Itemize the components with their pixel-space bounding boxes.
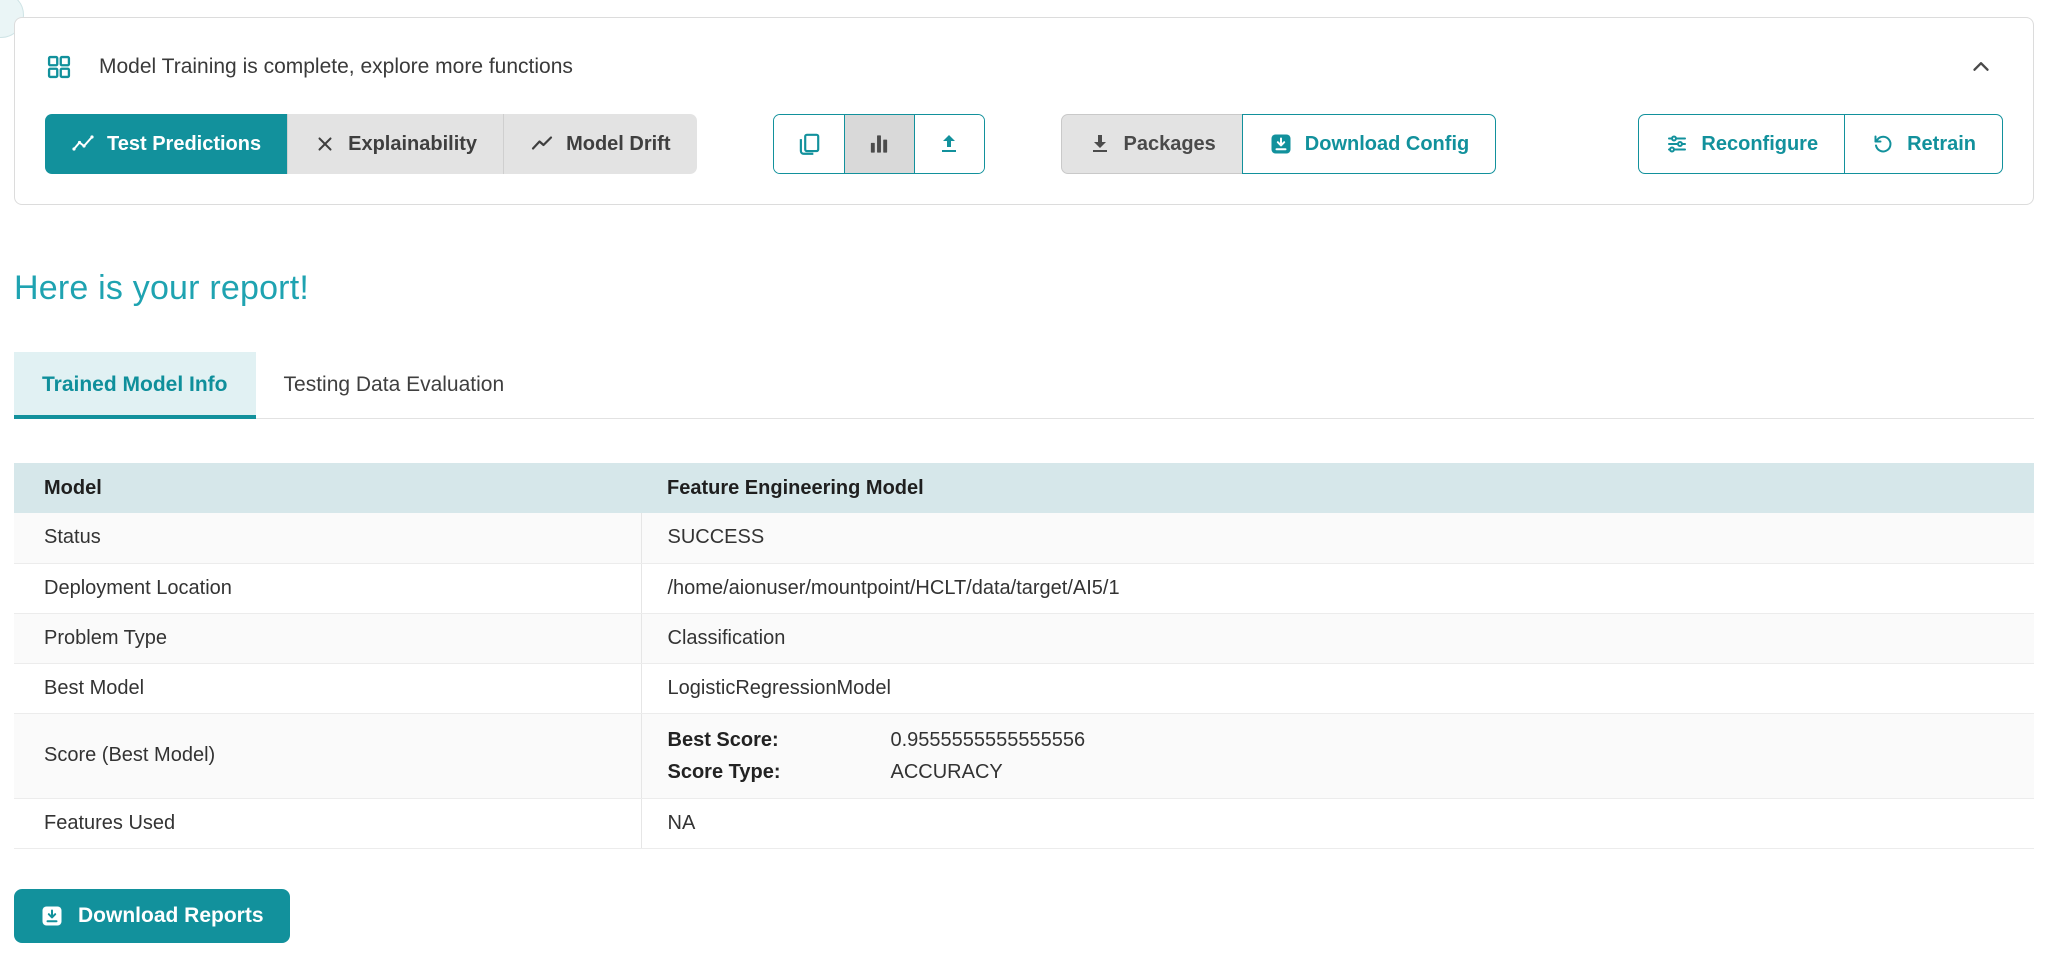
line-chart-icon xyxy=(71,132,95,156)
chart-view-button[interactable] xyxy=(844,115,914,173)
best-score-value: 0.9555555555555556 xyxy=(891,724,1086,756)
download-config-label: Download Config xyxy=(1305,133,1469,156)
table-header-row: Model Feature Engineering Model xyxy=(14,463,2034,513)
table-row-score: Score (Best Model) Best Score: 0.9555555… xyxy=(14,713,2034,798)
row-label: Deployment Location xyxy=(14,563,641,613)
reconfigure-label: Reconfigure xyxy=(1701,133,1818,156)
card-header: Model Training is complete, explore more… xyxy=(45,40,2003,94)
row-label: Best Model xyxy=(14,663,641,713)
table-row-status: Status SUCCESS xyxy=(14,513,2034,563)
report-view-button[interactable] xyxy=(774,115,844,173)
report-heading: Here is your report! xyxy=(14,269,2034,308)
table-row-deployment-location: Deployment Location /home/aionuser/mount… xyxy=(14,563,2034,613)
download-box-icon xyxy=(40,904,64,928)
model-drift-button[interactable]: Model Drift xyxy=(503,114,696,174)
table-row-features-used: Features Used NA xyxy=(14,798,2034,848)
x-icon xyxy=(314,133,336,155)
row-value: LogisticRegressionModel xyxy=(641,663,2034,713)
sliders-icon xyxy=(1665,132,1689,156)
row-label: Problem Type xyxy=(14,613,641,663)
test-predictions-label: Test Predictions xyxy=(107,133,261,156)
score-type-line: Score Type: ACCURACY xyxy=(668,756,2035,788)
packages-label: Packages xyxy=(1124,133,1216,156)
upload-button[interactable] xyxy=(914,115,984,173)
row-label: Features Used xyxy=(14,798,641,848)
header-model: Model xyxy=(14,463,641,513)
reconfigure-button[interactable]: Reconfigure xyxy=(1638,114,1845,174)
row-value: Classification xyxy=(641,613,2034,663)
download-tray-icon xyxy=(1088,132,1112,156)
package-actions-group: Packages Download Config xyxy=(1061,114,1497,174)
collapse-panel-button[interactable] xyxy=(1959,45,2003,89)
tab-trained-model-info[interactable]: Trained Model Info xyxy=(14,352,256,418)
best-score-line: Best Score: 0.9555555555555556 xyxy=(668,724,2035,756)
view-toggle-group xyxy=(773,114,985,174)
trained-model-info-table: Model Feature Engineering Model Status S… xyxy=(14,463,2034,849)
upload-icon xyxy=(937,132,961,156)
bar-chart-icon xyxy=(866,131,892,157)
table-row-best-model: Best Model LogisticRegressionModel xyxy=(14,663,2034,713)
page: Model Training is complete, explore more… xyxy=(0,0,2048,943)
training-complete-card: Model Training is complete, explore more… xyxy=(14,17,2034,205)
report-copy-icon xyxy=(796,131,822,157)
row-value: NA xyxy=(641,798,2034,848)
prediction-mode-toggle: Test Predictions Explainability Model Dr… xyxy=(45,114,697,174)
best-score-label: Best Score: xyxy=(668,724,891,756)
report-tabs: Trained Model Info Testing Data Evaluati… xyxy=(14,352,2034,419)
header-model-name: Feature Engineering Model xyxy=(641,463,2034,513)
row-label: Score (Best Model) xyxy=(14,713,641,798)
retrain-actions-group: Reconfigure Retrain xyxy=(1638,114,2003,174)
download-config-button[interactable]: Download Config xyxy=(1242,114,1496,174)
row-label: Status xyxy=(14,513,641,563)
row-value: SUCCESS xyxy=(641,513,2034,563)
score-type-label: Score Type: xyxy=(668,756,891,788)
refresh-icon xyxy=(1871,132,1895,156)
explainability-button[interactable]: Explainability xyxy=(287,114,503,174)
test-predictions-button[interactable]: Test Predictions xyxy=(45,114,287,174)
download-reports-label: Download Reports xyxy=(78,904,264,928)
retrain-label: Retrain xyxy=(1907,133,1976,156)
score-type-value: ACCURACY xyxy=(891,756,1003,788)
grid-icon xyxy=(45,53,73,81)
model-drift-label: Model Drift xyxy=(566,133,670,156)
trend-icon xyxy=(530,132,554,156)
download-box-icon xyxy=(1269,132,1293,156)
explainability-label: Explainability xyxy=(348,133,477,156)
chevron-up-icon xyxy=(1968,54,1994,80)
tab-testing-data-evaluation[interactable]: Testing Data Evaluation xyxy=(256,352,533,418)
action-toolbar: Test Predictions Explainability Model Dr… xyxy=(45,114,2003,174)
row-value: /home/aionuser/mountpoint/HCLT/data/targ… xyxy=(641,563,2034,613)
row-value: Best Score: 0.9555555555555556 Score Typ… xyxy=(641,713,2034,798)
packages-button[interactable]: Packages xyxy=(1061,114,1243,174)
download-reports-button[interactable]: Download Reports xyxy=(14,889,290,943)
retrain-button[interactable]: Retrain xyxy=(1844,114,2003,174)
card-title: Model Training is complete, explore more… xyxy=(99,55,573,79)
table-row-problem-type: Problem Type Classification xyxy=(14,613,2034,663)
